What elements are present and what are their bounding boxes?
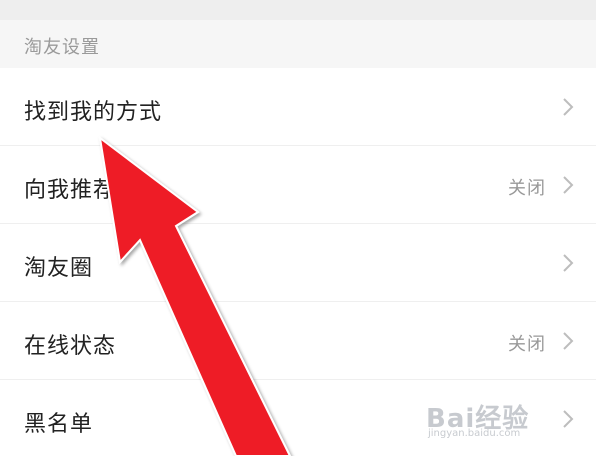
screen: 淘友设置 找到我的方式 向我推荐淘友 关闭 淘友圈 在线状态 关闭 黑名单 Ba… xyxy=(0,0,596,456)
row-value-status: 关闭 xyxy=(508,334,546,355)
row-value-status: 关闭 xyxy=(508,178,546,199)
chevron-right-icon xyxy=(563,176,574,194)
chevron-right-icon xyxy=(563,332,574,350)
section-title: 淘友设置 xyxy=(24,37,100,58)
row-recommend-friends[interactable]: 向我推荐淘友 关闭 xyxy=(0,146,596,224)
chevron-right-icon xyxy=(563,98,574,116)
top-strip xyxy=(0,0,596,20)
baidu-jingyan-watermark: Bai经验 jingyan.baidu.com xyxy=(426,398,576,442)
row-label: 在线状态 xyxy=(24,334,117,359)
row-label: 黑名单 xyxy=(24,412,94,437)
section-header: 淘友设置 xyxy=(0,20,596,68)
row-label: 淘友圈 xyxy=(24,256,94,281)
row-friend-circle[interactable]: 淘友圈 xyxy=(0,224,596,302)
watermark-url: jingyan.baidu.com xyxy=(428,428,521,439)
row-label: 向我推荐淘友 xyxy=(24,178,163,203)
chevron-right-icon xyxy=(563,254,574,272)
row-label: 找到我的方式 xyxy=(24,100,163,125)
row-find-me[interactable]: 找到我的方式 xyxy=(0,68,596,146)
row-online-status[interactable]: 在线状态 关闭 xyxy=(0,302,596,380)
